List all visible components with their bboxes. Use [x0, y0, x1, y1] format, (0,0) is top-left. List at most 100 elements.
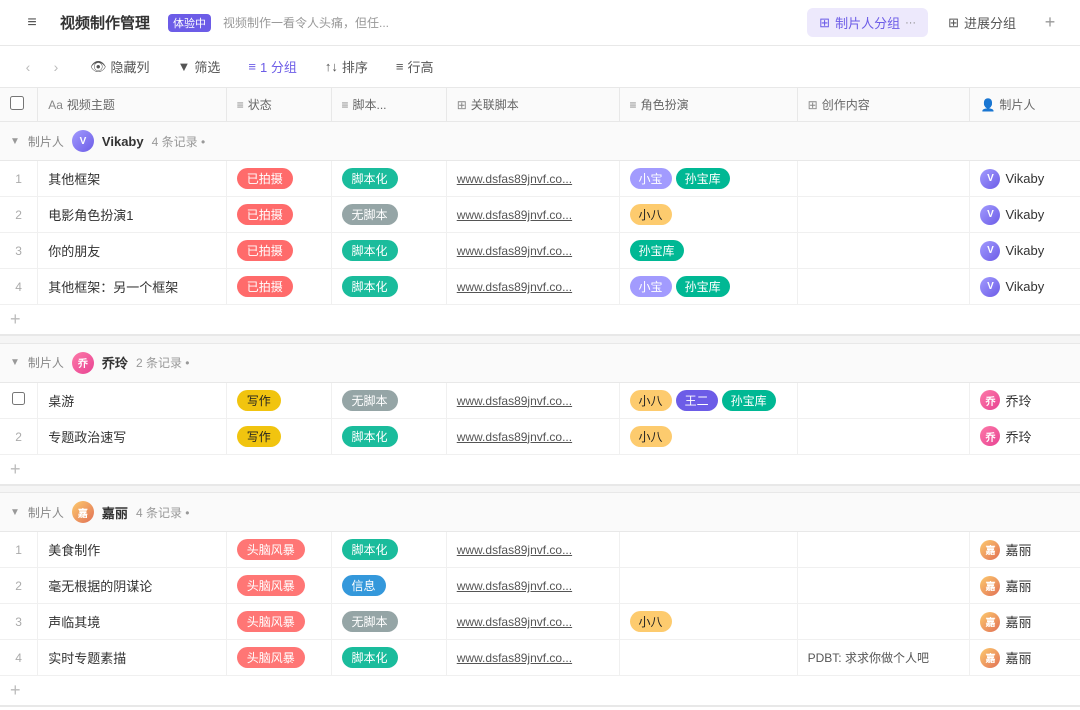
link-cell[interactable]: www.dsfas89jnvf.co...	[446, 161, 619, 197]
link-text[interactable]: www.dsfas89jnvf.co...	[457, 394, 572, 408]
link-cell[interactable]: www.dsfas89jnvf.co...	[446, 418, 619, 454]
group-chevron[interactable]: ▼	[10, 507, 20, 518]
forward-button[interactable]: ›	[44, 55, 68, 79]
link-cell[interactable]: www.dsfas89jnvf.co...	[446, 233, 619, 269]
status-badge[interactable]: 已拍摄	[237, 168, 293, 189]
row-number: 4	[15, 280, 22, 294]
status-badge[interactable]: 已拍摄	[237, 276, 293, 297]
tab-label: 进展分组	[964, 13, 1016, 32]
link-text[interactable]: www.dsfas89jnvf.co...	[457, 651, 572, 665]
maker-name: 嘉丽	[1005, 612, 1031, 631]
maker-name: 嘉丽	[1005, 648, 1031, 667]
status-badge[interactable]: 写作	[237, 390, 281, 411]
status-badge[interactable]: 已拍摄	[237, 204, 293, 225]
status-badge[interactable]: 头脑风暴	[237, 575, 305, 596]
video-title-cell[interactable]: 其他框架：另一个框架	[38, 269, 227, 305]
video-title-cell[interactable]: 其他框架	[38, 161, 227, 197]
video-title-cell[interactable]: 美食制作	[38, 532, 227, 568]
sort-button[interactable]: ↑↓ 排序	[319, 54, 374, 79]
status-badge[interactable]: 头脑风暴	[237, 647, 305, 668]
table-row: 4其他框架：另一个框架已拍摄脚本化www.dsfas89jnvf.co...小宝…	[0, 269, 1080, 305]
role-cell: 小八	[619, 418, 797, 454]
script-badge[interactable]: 无脚本	[342, 611, 398, 632]
link-text[interactable]: www.dsfas89jnvf.co...	[457, 208, 572, 222]
add-row[interactable]: +	[0, 676, 1080, 707]
add-row[interactable]: +	[0, 305, 1080, 336]
link-cell[interactable]: www.dsfas89jnvf.co...	[446, 197, 619, 233]
back-button[interactable]: ‹	[16, 55, 40, 79]
script-badge[interactable]: 无脚本	[342, 204, 398, 225]
group-button[interactable]: ≡ 1 分组	[242, 54, 302, 79]
content-cell	[797, 532, 970, 568]
status-badge[interactable]: 头脑风暴	[237, 539, 305, 560]
script-badge[interactable]: 脚本化	[342, 426, 398, 447]
filter-button[interactable]: ▼ 筛选	[172, 54, 227, 79]
th-link[interactable]: ⊞关联脚本	[446, 88, 619, 122]
link-cell[interactable]: www.dsfas89jnvf.co...	[446, 568, 619, 604]
video-title-cell[interactable]: 声临其境	[38, 604, 227, 640]
script-badge[interactable]: 脚本化	[342, 240, 398, 261]
link-text[interactable]: www.dsfas89jnvf.co...	[457, 172, 572, 186]
select-all-checkbox[interactable]	[10, 96, 24, 110]
video-title-cell[interactable]: 桌游	[38, 382, 227, 418]
add-tab-button[interactable]: +	[1036, 9, 1064, 37]
script-badge[interactable]: 脚本化	[342, 168, 398, 189]
add-row-cell[interactable]: +	[0, 676, 1080, 707]
th-video[interactable]: Aa视频主题	[38, 88, 227, 122]
video-title-cell[interactable]: 电影角色扮演1	[38, 197, 227, 233]
row-num-cell: 2	[0, 418, 38, 454]
maker-cell: 嘉 嘉丽	[970, 532, 1080, 568]
add-row-cell[interactable]: +	[0, 454, 1080, 485]
link-text[interactable]: www.dsfas89jnvf.co...	[457, 543, 572, 557]
hide-cols-button[interactable]: 👁 隐藏列	[84, 54, 156, 79]
role-cell: 小八	[619, 604, 797, 640]
link-text[interactable]: www.dsfas89jnvf.co...	[457, 579, 572, 593]
role-cell	[619, 532, 797, 568]
script-badge[interactable]: 脚本化	[342, 647, 398, 668]
tab-progress-group[interactable]: ⊞ 进展分组	[936, 8, 1028, 37]
hamburger-button[interactable]: ≡	[16, 9, 48, 37]
status-badge[interactable]: 已拍摄	[237, 240, 293, 261]
th-maker[interactable]: 👤制片人	[970, 88, 1080, 122]
script-cell: 脚本化	[331, 269, 446, 305]
link-cell[interactable]: www.dsfas89jnvf.co...	[446, 640, 619, 676]
script-badge[interactable]: 脚本化	[342, 539, 398, 560]
status-badge[interactable]: 写作	[237, 426, 281, 447]
video-title: 其他框架：另一个框架	[48, 280, 178, 295]
group-chevron[interactable]: ▼	[10, 357, 20, 368]
toolbar: ‹ › 👁 隐藏列 ▼ 筛选 ≡ 1 分组 ↑↓ 排序 ≡ 行高	[0, 46, 1080, 88]
sort-label: 排序	[342, 57, 368, 76]
row-number: 4	[15, 651, 22, 665]
script-badge[interactable]: 信息	[342, 575, 386, 596]
row-height-button[interactable]: ≡ 行高	[390, 54, 440, 79]
link-text[interactable]: www.dsfas89jnvf.co...	[457, 430, 572, 444]
video-title-cell[interactable]: 你的朋友	[38, 233, 227, 269]
link-cell[interactable]: www.dsfas89jnvf.co...	[446, 604, 619, 640]
table-body: ▼ 制片人 V Vikaby 4 条记录 • 1其他框架已拍摄脚本化www.ds…	[0, 122, 1080, 707]
link-text[interactable]: www.dsfas89jnvf.co...	[457, 280, 572, 294]
role-tag: 孙宝库	[722, 390, 776, 411]
video-title-cell[interactable]: 专题政治速写	[38, 418, 227, 454]
script-badge[interactable]: 脚本化	[342, 276, 398, 297]
group-chevron[interactable]: ▼	[10, 136, 20, 147]
link-text[interactable]: www.dsfas89jnvf.co...	[457, 244, 572, 258]
th-script[interactable]: ≡脚本...	[331, 88, 446, 122]
th-content[interactable]: ⊞创作内容	[797, 88, 970, 122]
link-cell[interactable]: www.dsfas89jnvf.co...	[446, 269, 619, 305]
add-row[interactable]: +	[0, 454, 1080, 485]
link-cell[interactable]: www.dsfas89jnvf.co...	[446, 382, 619, 418]
link-text[interactable]: www.dsfas89jnvf.co...	[457, 615, 572, 629]
maker-cell-inner: V Vikaby	[980, 277, 1070, 297]
link-cell[interactable]: www.dsfas89jnvf.co...	[446, 532, 619, 568]
group-name: 乔玲	[102, 353, 128, 372]
add-row-cell[interactable]: +	[0, 305, 1080, 336]
video-title-cell[interactable]: 实时专题素描	[38, 640, 227, 676]
video-title-cell[interactable]: 毫无根据的阴谋论	[38, 568, 227, 604]
th-role[interactable]: ≡角色扮演	[619, 88, 797, 122]
maker-avatar: 嘉	[980, 576, 1000, 596]
script-badge[interactable]: 无脚本	[342, 390, 398, 411]
status-badge[interactable]: 头脑风暴	[237, 611, 305, 632]
tab-maker-group[interactable]: ⊞ 制片人分组 ···	[807, 8, 928, 37]
row-checkbox[interactable]	[12, 392, 25, 405]
th-status[interactable]: ≡状态	[226, 88, 331, 122]
